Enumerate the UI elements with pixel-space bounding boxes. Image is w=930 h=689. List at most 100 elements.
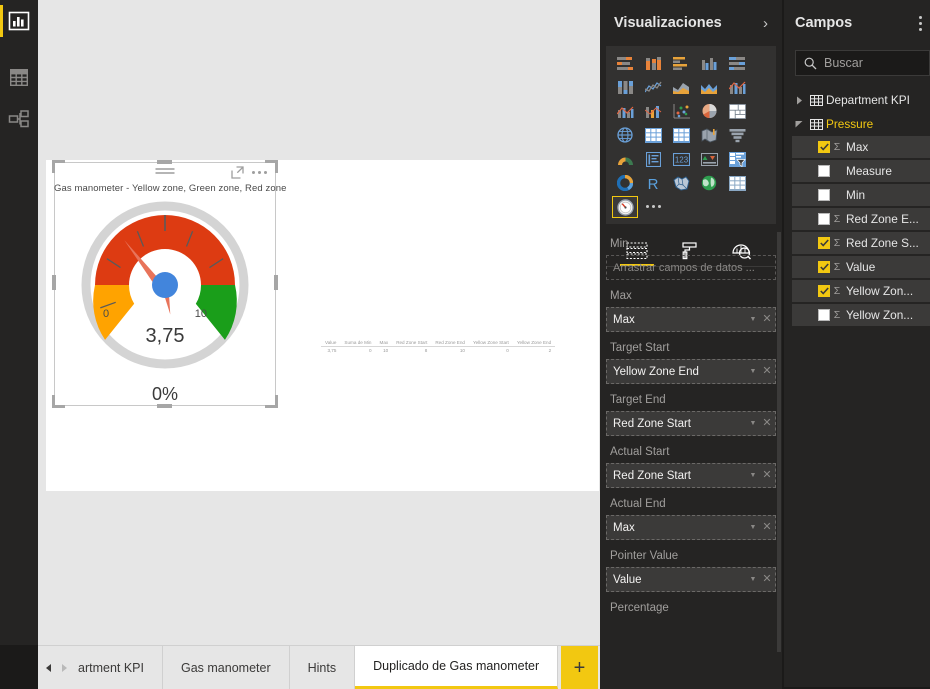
viz-matrix[interactable] [640,124,666,146]
viz-custom-gauge-visual[interactable] [612,196,638,218]
field-checkbox[interactable] [818,285,830,297]
viz-donut-chart[interactable] [612,172,638,194]
well-pointer-value[interactable]: Value ▼ ✕ [606,567,776,592]
remove-field-icon[interactable]: ✕ [759,418,775,429]
remove-field-icon[interactable]: ✕ [759,366,775,377]
well-actual-end[interactable]: Max ▼ ✕ [606,515,776,540]
more-options-icon[interactable] [919,15,922,31]
remove-field-icon[interactable]: ✕ [759,522,775,533]
viz-arcgis-map[interactable] [696,172,722,194]
viz-gauge-chart[interactable] [612,148,638,170]
resize-handle-left[interactable] [52,275,56,290]
next-page-arrow[interactable] [56,646,72,689]
well-min[interactable]: Arrastrar campos de datos ... [606,255,776,280]
well-max[interactable]: Max ▼ ✕ [606,307,776,332]
resize-handle-br-h[interactable] [265,405,278,408]
chevron-down-icon[interactable]: ▼ [747,524,759,531]
viz-100-stacked-column-chart[interactable] [612,76,638,98]
field-checkbox[interactable] [818,141,830,153]
remove-field-icon[interactable]: ✕ [759,574,775,585]
field-checkbox[interactable] [818,309,830,321]
viz-stacked-area-chart[interactable] [696,76,722,98]
viz-line-stacked-column-chart[interactable] [724,76,750,98]
viz-line-clustered-column-chart[interactable] [612,100,638,122]
viz-filled-map[interactable] [696,124,722,146]
remove-field-icon[interactable]: ✕ [759,314,775,325]
visual-type-gallery[interactable]: 123 R [606,46,776,224]
viz-ribbon-chart[interactable] [640,100,666,122]
field-checkbox[interactable] [818,189,830,201]
resize-handle-bl-h[interactable] [52,405,65,408]
viz-map[interactable] [612,124,638,146]
viz-scatter-chart[interactable] [668,100,694,122]
rail-item-data-view[interactable] [0,56,38,98]
page-tab-3[interactable]: Duplicado de Gas manometer [355,646,559,689]
chevron-right-icon[interactable]: › [763,16,768,31]
chevron-down-icon[interactable]: ▼ [747,420,759,427]
chevron-down-icon[interactable]: ▼ [747,368,759,375]
gauge-visual[interactable]: Gas manometer - Yellow zone, Green zone,… [52,160,286,408]
chevron-down-icon[interactable]: ▼ [747,316,759,323]
viz-stacked-column-chart[interactable] [640,52,666,74]
chevron-right-icon[interactable] [792,96,806,105]
search-input[interactable]: Buscar [795,50,930,76]
chevron-down-icon[interactable] [792,120,806,128]
viz-line-chart[interactable] [640,76,666,98]
viz-stacked-bar-chart[interactable] [612,52,638,74]
data-preview-table[interactable]: Value Suma de Min Max Red Zone Start Red… [321,340,556,353]
viz-shape-map[interactable] [668,172,694,194]
focus-mode-icon[interactable] [231,166,244,179]
chevron-down-icon[interactable]: ▼ [747,472,759,479]
more-options-icon[interactable] [250,167,268,178]
resize-handle-right[interactable] [274,275,278,290]
remove-field-icon[interactable]: ✕ [759,470,775,481]
field-row-value[interactable]: Σ Value [792,256,930,278]
field-row-min[interactable]: Σ Min [792,184,930,206]
viz-slicer[interactable] [724,148,750,170]
drag-handle-icon[interactable] [155,168,175,175]
field-checkbox[interactable] [818,213,830,225]
chevron-down-icon[interactable]: ▼ [747,576,759,583]
page-tab-0[interactable]: artment KPI [74,646,163,689]
tree-table-pressure[interactable]: Pressure [784,112,930,136]
viz-100-stacked-bar-chart[interactable] [724,52,750,74]
field-row-yellow-zone-start[interactable]: Σ Yellow Zon... [792,304,930,326]
well-target-end[interactable]: Red Zone Start ▼ ✕ [606,411,776,436]
viz-clustered-bar-chart[interactable] [668,52,694,74]
viz-r-script-visual[interactable]: R [640,172,666,194]
rail-item-report-view[interactable] [0,0,38,42]
field-checkbox[interactable] [818,261,830,273]
viz-pie-chart[interactable] [696,100,722,122]
viz-kpi[interactable] [696,148,722,170]
field-row-measure[interactable]: Σ Measure [792,160,930,182]
page-tab-2[interactable]: Hints [290,646,356,689]
add-page-button[interactable]: + [561,646,598,689]
prev-page-arrow[interactable] [40,646,56,689]
report-canvas-area[interactable]: Gas manometer - Yellow zone, Green zone,… [38,0,600,645]
viz-funnel-chart[interactable] [724,124,750,146]
field-checkbox[interactable] [818,165,830,177]
viz-table[interactable] [668,124,694,146]
field-wells[interactable]: Min Arrastrar campos de datos ... Max Ma… [600,228,782,689]
viz-custom-table-visual[interactable] [724,172,750,194]
field-row-red-zone-start[interactable]: Σ Red Zone S... [792,232,930,254]
wells-scrollbar[interactable] [777,232,781,652]
well-target-start[interactable]: Yellow Zone End ▼ ✕ [606,359,776,384]
viz-clustered-column-chart[interactable] [696,52,722,74]
well-actual-start[interactable]: Red Zone Start ▼ ✕ [606,463,776,488]
page-tab-1[interactable]: Gas manometer [163,646,290,689]
field-row-red-zone-end[interactable]: Σ Red Zone E... [792,208,930,230]
gauge-chart[interactable]: 0 10 3,75 [57,195,273,370]
field-row-max[interactable]: Σ Max [792,136,930,158]
report-page[interactable]: Gas manometer - Yellow zone, Green zone,… [46,160,599,491]
rail-item-model-view[interactable] [0,98,38,140]
viz-treemap[interactable] [724,100,750,122]
field-checkbox[interactable] [818,237,830,249]
resize-handle-tl-h[interactable] [52,160,65,163]
viz-area-chart[interactable] [668,76,694,98]
more-visuals-icon[interactable] [640,195,666,217]
tree-table-department-kpi[interactable]: Department KPI [784,88,930,112]
viz-multi-row-card[interactable] [640,148,666,170]
resize-handle-tr-h[interactable] [265,160,278,163]
field-row-yellow-zone-end[interactable]: Σ Yellow Zon... [792,280,930,302]
